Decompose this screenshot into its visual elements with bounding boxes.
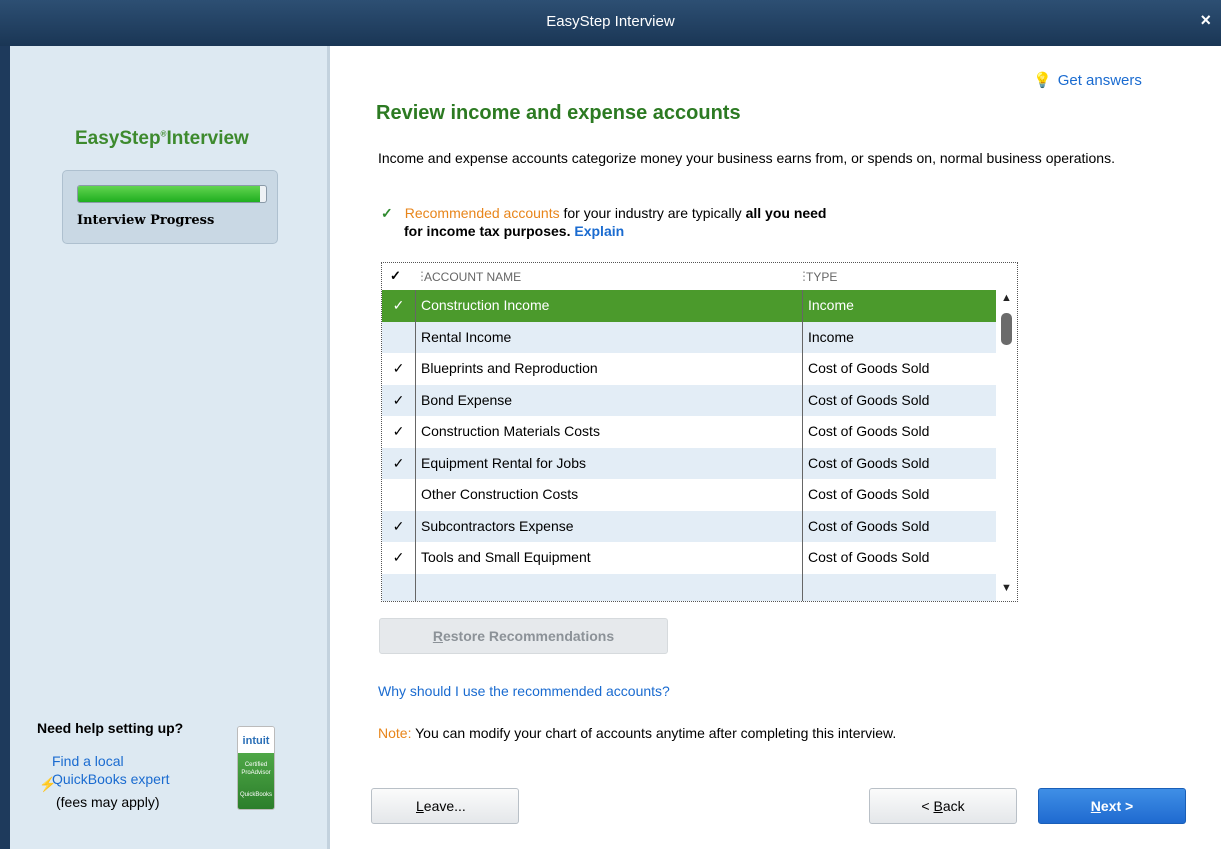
back-button[interactable]: < Back (869, 788, 1017, 824)
row-account-type: Income (802, 290, 996, 322)
table-row[interactable]: ✓ Construction Materials Costs Cost of Goo… (382, 416, 996, 448)
row-account-type: Cost of Goods Sold (802, 353, 996, 385)
page-title: Review income and expense accounts (376, 102, 741, 124)
row-account-type: Cost of Goods Sold (802, 384, 996, 416)
find-expert-line2[interactable]: QuickBooks expert (52, 770, 170, 788)
explain-link[interactable]: Explain (574, 223, 624, 239)
row-check[interactable]: ✓ (382, 448, 415, 480)
proadvisor-badge-text: Certified ProAdvisor QuickBooks (238, 753, 274, 809)
intuit-logo: intuit (238, 727, 274, 753)
row-check[interactable]: ✓ (382, 511, 415, 543)
header-type[interactable]: TYPE (806, 270, 837, 284)
intro-text: Income and expense accounts categorize m… (378, 150, 1115, 166)
progress-bar (77, 185, 267, 203)
table-row[interactable]: Other Construction Costs Cost of Goods So… (382, 479, 996, 511)
note-text: Note: You can modify your chart of accou… (378, 725, 897, 741)
restore-recommendations-button[interactable]: Restore Recommendations (379, 618, 668, 654)
row-check[interactable] (382, 322, 415, 354)
row-account-type: Cost of Goods Sold (802, 510, 996, 542)
header-check-column[interactable]: ✓ (390, 268, 401, 284)
sidebar: EasyStep®Interview Interview Progress Ne… (10, 46, 330, 849)
window-frame-left (0, 46, 10, 849)
easystep-logo: EasyStep®Interview (75, 128, 249, 149)
row-check[interactable]: ✓ (382, 416, 415, 448)
close-icon[interactable]: × (1200, 10, 1211, 31)
fees-note: (fees may apply) (56, 794, 160, 810)
next-button[interactable]: Next > (1038, 788, 1186, 824)
header-account-name[interactable]: ACCOUNT NAME (424, 270, 521, 284)
row-account-type: Cost of Goods Sold (802, 416, 996, 448)
grid-header: ✓ ⋮ ACCOUNT NAME ⋮ TYPE (382, 263, 1017, 289)
progress-label: Interview Progress (77, 213, 215, 228)
row-account-name: Bond Expense (415, 384, 802, 416)
row-account-name: Other Construction Costs (415, 479, 802, 511)
row-check[interactable] (382, 574, 415, 602)
scroll-down-icon[interactable]: ▼ (1001, 582, 1012, 594)
row-account-name: Construction Materials Costs (415, 416, 802, 448)
get-answers-link[interactable]: 💡 Get answers (1033, 71, 1142, 89)
table-row[interactable]: Rental Income Income (382, 321, 996, 354)
interview-progress-panel: Interview Progress (62, 170, 278, 244)
row-account-type (802, 573, 996, 601)
row-account-name: Construction Income (415, 290, 802, 322)
row-check[interactable]: ✓ (382, 353, 415, 385)
row-account-name (415, 573, 802, 601)
leave-button[interactable]: Leave... (371, 788, 519, 824)
why-recommended-link[interactable]: Why should I use the recommended account… (378, 683, 670, 699)
table-row[interactable]: ✓ Blueprints and Reproduction Cost of Good… (382, 353, 996, 385)
grid-rows: ✓ Construction Income Income Rental Income I… (382, 290, 996, 601)
accounts-grid: ✓ ⋮ ACCOUNT NAME ⋮ TYPE ✓ Construction In… (381, 262, 1018, 602)
help-title: Need help setting up? (37, 720, 184, 736)
row-account-name: Equipment Rental for Jobs (415, 447, 802, 479)
scroll-up-icon[interactable]: ▲ (1001, 292, 1012, 304)
main-panel: 💡 Get answers Review income and expense a… (333, 46, 1221, 849)
grid-scrollbar[interactable]: ▲ ▼ (996, 290, 1017, 601)
row-check[interactable]: ✓ (382, 290, 415, 322)
proadvisor-badge: intuit Certified ProAdvisor QuickBooks (237, 726, 275, 810)
row-check[interactable]: ✓ (382, 385, 415, 417)
window-title: EasyStep Interview (546, 13, 675, 30)
recommended-accounts-label: Recommended accounts (404, 205, 560, 221)
row-account-name: Rental Income (415, 321, 802, 353)
table-row[interactable] (382, 573, 996, 602)
row-account-name: Subcontractors Expense (415, 510, 802, 542)
scroll-thumb[interactable] (1001, 313, 1012, 345)
row-check[interactable] (382, 479, 415, 511)
check-icon: ✓ (381, 205, 393, 221)
row-account-type: Cost of Goods Sold (802, 479, 996, 511)
row-account-type: Cost of Goods Sold (802, 447, 996, 479)
table-row[interactable]: ✓ Equipment Rental for Jobs Cost of Goods … (382, 447, 996, 480)
table-row[interactable]: ✓ Tools and Small Equipment Cost of Goods … (382, 542, 996, 574)
row-check[interactable]: ✓ (382, 542, 415, 574)
table-row[interactable]: ✓ Bond Expense Cost of Goods Sold (382, 384, 996, 417)
find-expert-link[interactable]: Find a local QuickBooks expert (52, 752, 170, 788)
table-row[interactable]: ✓ Subcontractors Expense Cost of Goods Sol… (382, 510, 996, 543)
find-expert-line1[interactable]: Find a local (52, 752, 170, 770)
row-account-name: Tools and Small Equipment (415, 542, 802, 574)
row-account-name: Blueprints and Reproduction (415, 353, 802, 385)
title-bar: EasyStep Interview × (0, 0, 1221, 46)
row-account-type: Income (802, 321, 996, 353)
lightning-icon: ⚡ (39, 776, 57, 792)
table-row[interactable]: ✓ Construction Income Income (382, 290, 996, 322)
lightbulb-icon: 💡 (1033, 72, 1052, 89)
row-account-type: Cost of Goods Sold (802, 542, 996, 574)
progress-fill (78, 186, 261, 202)
recommended-note: ✓ Recommended accounts for your industry … (381, 205, 827, 239)
